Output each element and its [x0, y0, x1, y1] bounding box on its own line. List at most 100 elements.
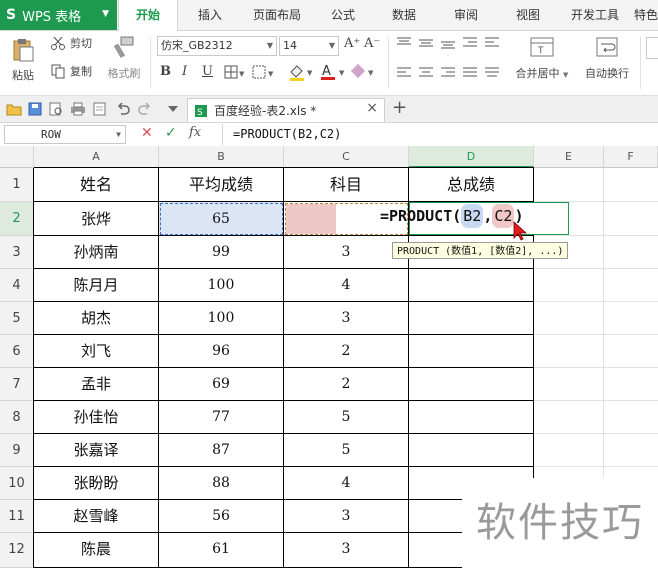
table-cell[interactable]: 孟非 — [34, 368, 159, 401]
undo-icon[interactable] — [116, 102, 130, 116]
tab-developer[interactable]: 开发工具 — [562, 0, 628, 30]
table-cell[interactable]: 100 — [159, 269, 284, 302]
name-box[interactable]: ROW ▼ — [4, 125, 126, 144]
column-header-f[interactable]: F — [604, 146, 658, 168]
table-cell[interactable]: 赵雪峰 — [34, 500, 159, 533]
table-cell[interactable] — [409, 434, 534, 467]
copy-button[interactable]: 复制 — [50, 63, 92, 79]
table-cell[interactable]: 陈月月 — [34, 269, 159, 302]
fill-color-icon[interactable]: ▼ — [288, 63, 318, 81]
tab-page-layout[interactable]: 页面布局 — [244, 0, 310, 30]
close-tab-icon[interactable]: × — [366, 100, 378, 116]
column-header-c[interactable]: C — [284, 146, 409, 168]
column-header-e[interactable]: E — [534, 146, 604, 168]
justify-icon[interactable] — [462, 67, 478, 79]
table-cell[interactable]: 100 — [159, 302, 284, 335]
table-cell[interactable]: 5 — [284, 401, 409, 434]
fill-pattern-icon[interactable]: ▼ — [252, 65, 278, 79]
formula-input[interactable]: =PRODUCT(B2,C2) — [222, 124, 654, 145]
column-header-d[interactable]: D — [409, 146, 534, 168]
tab-data[interactable]: 数据 — [378, 0, 430, 30]
table-cell[interactable] — [409, 302, 534, 335]
tab-formulas[interactable]: 公式 — [318, 0, 368, 30]
format-painter-button[interactable]: 格式刷 — [104, 35, 144, 81]
font-size-select[interactable]: 14 ▼ — [279, 36, 339, 56]
document-tab[interactable]: S 百度经验-表2.xls * × — [187, 98, 385, 122]
table-cell[interactable]: 张盼盼 — [34, 467, 159, 500]
table-cell[interactable]: 孙佳怡 — [34, 401, 159, 434]
table-cell-b2[interactable]: 65 — [159, 202, 284, 236]
row-header-9[interactable]: 9 — [0, 434, 34, 467]
folder-icon[interactable] — [6, 102, 22, 116]
table-cell[interactable]: 刘飞 — [34, 335, 159, 368]
font-color-icon[interactable]: A ▼ — [320, 63, 350, 81]
number-format-select[interactable] — [646, 37, 658, 59]
orientation-icon[interactable] — [484, 37, 500, 49]
distributed-icon[interactable] — [484, 67, 500, 79]
new-tab-button[interactable]: + — [392, 97, 407, 118]
align-right-icon[interactable] — [440, 67, 456, 79]
table-cell[interactable] — [409, 401, 534, 434]
align-middle-icon[interactable] — [418, 37, 434, 49]
table-cell[interactable]: 99 — [159, 236, 284, 269]
column-header-b[interactable]: B — [159, 146, 284, 168]
table-cell[interactable] — [409, 269, 534, 302]
align-top-icon[interactable] — [396, 37, 412, 49]
shrink-font-button[interactable]: A⁻ — [364, 36, 380, 51]
print-preview-icon[interactable] — [48, 102, 64, 116]
table-cell[interactable]: 3 — [284, 500, 409, 533]
print-icon[interactable] — [70, 102, 86, 116]
tab-insert[interactable]: 插入 — [183, 0, 237, 30]
table-cell[interactable]: 61 — [159, 533, 284, 568]
table-cell[interactable]: 张烨 — [34, 202, 159, 236]
select-all-corner[interactable] — [0, 146, 34, 168]
cut-button[interactable]: 剪切 — [50, 35, 92, 51]
grow-font-button[interactable]: A⁺ — [344, 36, 360, 51]
italic-button[interactable]: I — [182, 64, 187, 79]
table-cell[interactable]: 5 — [284, 434, 409, 467]
row-header-8[interactable]: 8 — [0, 401, 34, 434]
confirm-formula-icon[interactable]: ✓ — [165, 125, 177, 141]
cancel-formula-icon[interactable]: ✕ — [141, 125, 153, 141]
header-cell-total[interactable]: 总成绩 — [409, 168, 534, 202]
table-cell[interactable]: 77 — [159, 401, 284, 434]
header-cell-subject[interactable]: 科目 — [284, 168, 409, 202]
merge-center-button[interactable]: T 合并居中 ▼ — [510, 35, 574, 81]
table-cell[interactable]: 孙炳南 — [34, 236, 159, 269]
table-cell[interactable]: 3 — [284, 236, 409, 269]
header-cell-average[interactable]: 平均成绩 — [159, 168, 284, 202]
table-cell[interactable]: 3 — [284, 533, 409, 568]
table-cell[interactable] — [409, 368, 534, 401]
row-header-10[interactable]: 10 — [0, 467, 34, 500]
table-cell[interactable]: 87 — [159, 434, 284, 467]
export-pdf-icon[interactable] — [92, 102, 108, 116]
table-cell[interactable] — [409, 335, 534, 368]
redo-icon[interactable] — [138, 102, 152, 116]
font-name-select[interactable]: 仿宋_GB2312 ▼ — [157, 36, 277, 56]
formula-ref-b2[interactable]: B2 — [461, 204, 484, 228]
borders-icon[interactable]: ▼ — [224, 65, 246, 79]
table-cell[interactable]: 张嘉译 — [34, 434, 159, 467]
table-cell[interactable]: 4 — [284, 467, 409, 500]
tab-review[interactable]: 审阅 — [440, 0, 492, 30]
table-cell[interactable]: 88 — [159, 467, 284, 500]
tab-features[interactable]: 特色 — [634, 0, 658, 30]
table-cell[interactable]: 胡杰 — [34, 302, 159, 335]
row-header-3[interactable]: 3 — [0, 236, 34, 269]
row-header-2[interactable]: 2 — [0, 202, 34, 236]
row-header-6[interactable]: 6 — [0, 335, 34, 368]
row-header-1[interactable]: 1 — [0, 168, 34, 202]
paste-button[interactable]: 粘贴 — [6, 37, 40, 83]
table-cell[interactable]: 96 — [159, 335, 284, 368]
app-menu-button[interactable]: S WPS 表格 ▼ — [0, 0, 117, 30]
row-header-4[interactable]: 4 — [0, 269, 34, 302]
row-header-5[interactable]: 5 — [0, 302, 34, 335]
save-icon[interactable] — [28, 102, 42, 116]
table-cell[interactable]: 2 — [284, 368, 409, 401]
row-header-12[interactable]: 12 — [0, 533, 34, 568]
table-cell[interactable]: 2 — [284, 335, 409, 368]
table-cell[interactable]: 3 — [284, 302, 409, 335]
bold-button[interactable]: B — [160, 64, 171, 79]
wrap-text-button[interactable]: 自动换行 — [578, 35, 636, 81]
row-header-11[interactable]: 11 — [0, 500, 34, 533]
